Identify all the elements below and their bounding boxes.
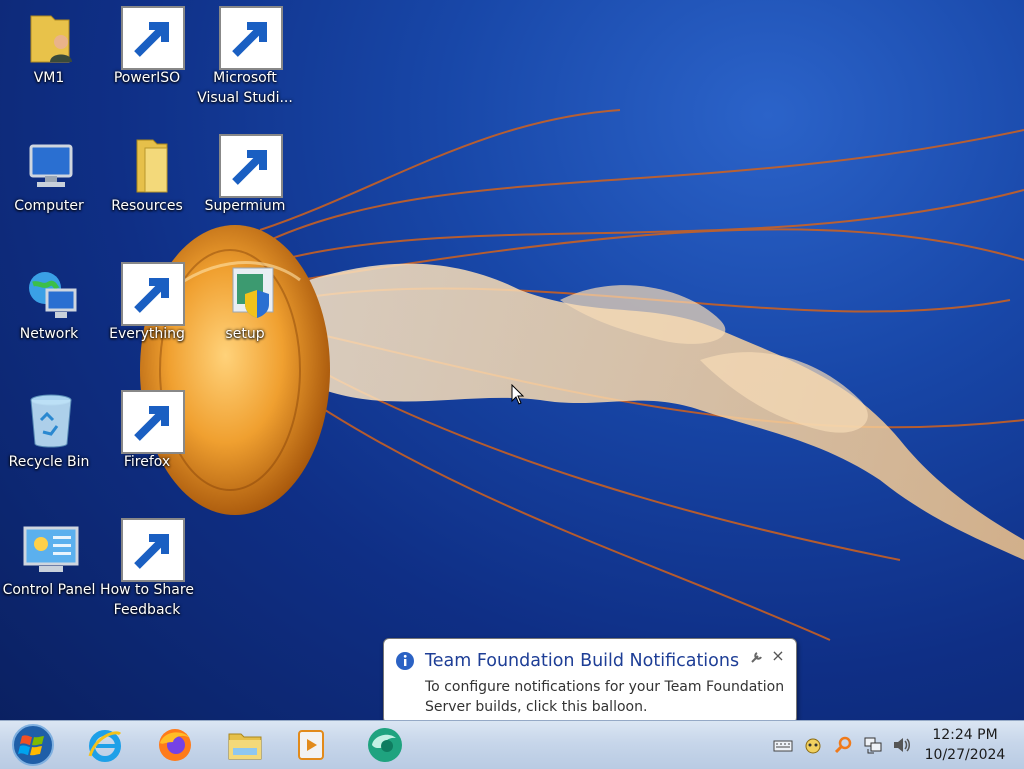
icon-label: Computer (14, 198, 84, 214)
taskbar-file-explorer[interactable] (216, 724, 274, 766)
help-icon: ? (115, 518, 185, 582)
visual-studio-icon (213, 6, 283, 70)
start-button[interactable] (10, 723, 56, 767)
shortcut-arrow-icon (121, 518, 185, 582)
tfs-build-icon[interactable] (803, 735, 823, 755)
wrench-icon[interactable] (749, 649, 765, 665)
network-icon (17, 262, 81, 326)
control-panel-icon (17, 518, 81, 582)
computer-icon (17, 134, 81, 198)
user-folder-icon (17, 6, 81, 70)
icon-label: Control Panel (2, 582, 96, 598)
icon-label: PowerISO (113, 70, 181, 86)
icon-label: Microsoft Visual Studi... (197, 70, 293, 106)
icon-label: setup (225, 326, 265, 342)
icon-label: Supermium (204, 198, 286, 214)
notification-body: To configure notifications for your Team… (425, 679, 785, 715)
desktop-icon-visual-studio[interactable]: Microsoft Visual Studi... (196, 6, 294, 108)
setup-icon (213, 262, 277, 326)
media-player-icon (298, 730, 324, 760)
desktop-icon-share-feedback[interactable]: ? How to Share Feedback (98, 518, 196, 620)
system-clock[interactable]: 12:24 PM 10/27/2024 (918, 725, 1012, 765)
shortcut-arrow-icon (121, 390, 185, 454)
clock-time: 12:24 PM (932, 727, 998, 743)
desktop-icon-recycle-bin[interactable]: Recycle Bin (0, 390, 98, 472)
taskbar-internet-explorer[interactable] (76, 724, 134, 766)
desktop-icon-firefox[interactable]: Firefox (98, 390, 196, 472)
keyboard-icon[interactable] (773, 735, 793, 755)
shortcut-arrow-icon (219, 134, 283, 198)
desktop-icon-everything[interactable]: Everything (98, 262, 196, 344)
taskbar-firefox[interactable] (146, 724, 204, 766)
desktop-icon-setup[interactable]: setup (196, 262, 294, 344)
supermium-icon (213, 134, 283, 198)
notification-title: Team Foundation Build Notifications (425, 651, 740, 671)
desktop-icon-vm1[interactable]: VM1 (0, 6, 98, 88)
desktop-icon-resources[interactable]: Resources (98, 134, 196, 216)
icon-label: Resources (111, 198, 183, 214)
firefox-icon (115, 390, 185, 454)
icon-label: Firefox (123, 454, 171, 470)
network-icon[interactable] (863, 735, 883, 755)
folder-icon (115, 134, 179, 198)
mouse-cursor-icon (511, 384, 525, 405)
icon-label: VM1 (33, 70, 65, 86)
icon-label: Everything (109, 326, 185, 342)
desktop-icon-supermium[interactable]: Supermium (196, 134, 294, 216)
clock-date: 10/27/2024 (924, 747, 1006, 763)
taskbar-supermium[interactable] (356, 724, 414, 766)
shortcut-arrow-icon (219, 6, 283, 70)
notification-balloon[interactable]: Team Foundation Build Notifications To c… (383, 638, 797, 724)
recycle-bin-icon (17, 390, 81, 454)
search-icon[interactable] (833, 735, 853, 755)
everything-search-icon (115, 262, 185, 326)
shortcut-arrow-icon (121, 6, 185, 70)
desktop-icon-control-panel[interactable]: Control Panel (0, 518, 98, 600)
desktop-icon-poweriso[interactable]: PowerISO (98, 6, 196, 88)
taskbar: 12:24 PM 10/27/2024 (0, 720, 1024, 769)
firefox-icon (159, 729, 191, 761)
close-button[interactable]: × (770, 647, 786, 665)
taskbar-media-player[interactable] (282, 724, 340, 766)
volume-icon[interactable] (892, 735, 912, 755)
icon-label: Network (19, 326, 79, 342)
internet-explorer-icon (88, 730, 122, 762)
file-explorer-icon (228, 733, 262, 760)
icon-label: Recycle Bin (8, 454, 90, 470)
poweriso-icon (115, 6, 185, 70)
info-icon (396, 652, 414, 670)
desktop: VM1 PowerISO Microsoft Visual Studi... C… (0, 0, 1024, 720)
shortcut-arrow-icon (121, 262, 185, 326)
desktop-icon-computer[interactable]: Computer (0, 134, 98, 216)
desktop-icon-network[interactable]: Network (0, 262, 98, 344)
icon-label: How to Share Feedback (100, 582, 194, 618)
supermium-icon (368, 728, 402, 762)
